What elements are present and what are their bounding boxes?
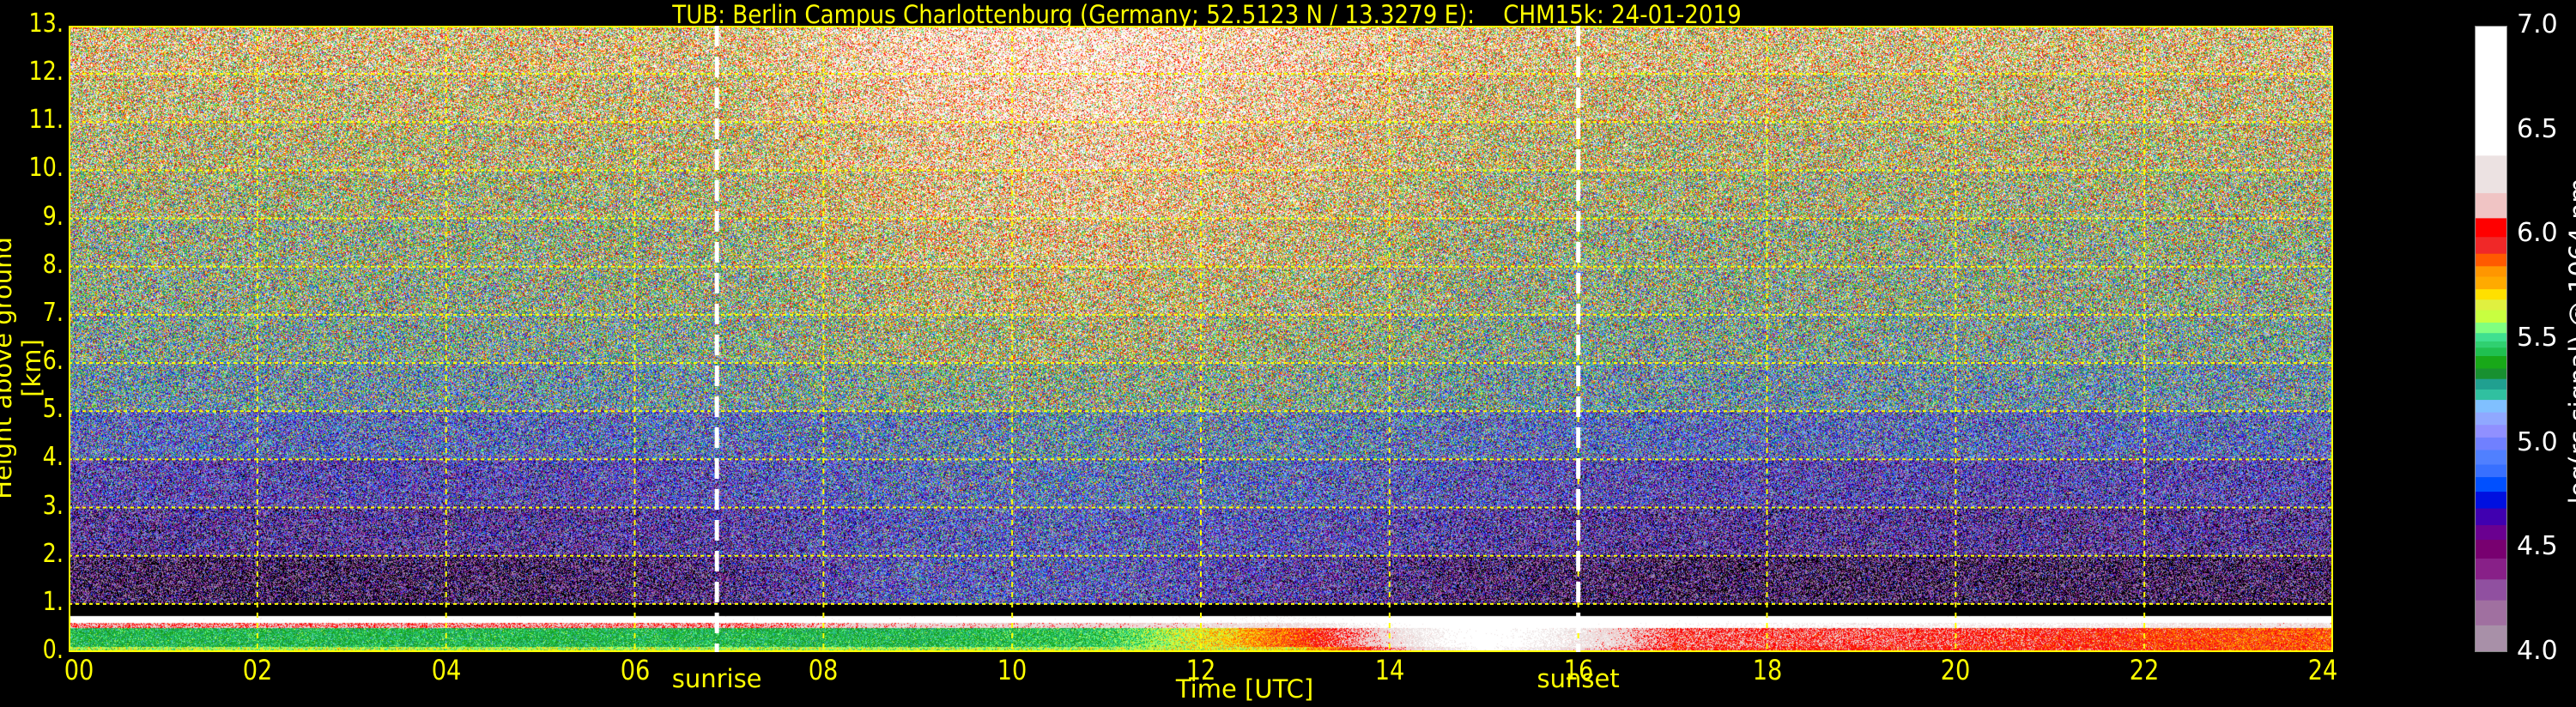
colorbar-tick-label: 5.5 bbox=[2517, 323, 2558, 353]
y-tick-label: 10. bbox=[28, 153, 64, 184]
sunrise-label: sunrise bbox=[671, 664, 762, 693]
x-tick-label: 24 bbox=[2307, 654, 2338, 686]
colorbar-level bbox=[2475, 276, 2507, 290]
colorbar-level bbox=[2475, 625, 2507, 652]
y-tick-label: 12. bbox=[28, 57, 64, 88]
colorbar-label: log(rc-signal) @ 1064 nm bbox=[2564, 178, 2576, 505]
colorbar-level bbox=[2475, 437, 2507, 450]
sunset-label: sunset bbox=[1537, 664, 1620, 693]
x-tick-label: 02 bbox=[242, 654, 273, 686]
y-tick-label: 13. bbox=[28, 9, 64, 39]
x-axis-label: Time [UTC] bbox=[1175, 674, 1314, 704]
colorbar-tick-label: 7.0 bbox=[2517, 9, 2558, 39]
colorbar-level bbox=[2475, 265, 2507, 277]
y-tick-label: 2. bbox=[42, 538, 64, 569]
colorbar-level bbox=[2475, 389, 2507, 401]
colorbar-level bbox=[2475, 449, 2507, 465]
colorbar-level bbox=[2475, 332, 2507, 341]
x-tick-label: 04 bbox=[431, 654, 461, 686]
colorbar-level bbox=[2475, 26, 2507, 156]
y-axis-label: Height above ground [km] bbox=[0, 237, 46, 499]
colorbar-level bbox=[2475, 217, 2507, 238]
colorbar-level bbox=[2475, 539, 2507, 559]
x-tick-label: 22 bbox=[2129, 654, 2160, 686]
colorbar-level bbox=[2475, 508, 2507, 526]
colorbar-level bbox=[2475, 558, 2507, 580]
chart-title: TUB: Berlin Campus Charlottenburg (Germa… bbox=[672, 0, 1742, 29]
colorbar-level bbox=[2475, 236, 2507, 254]
colorbar-level bbox=[2475, 347, 2507, 356]
colorbar-tick-label: 4.5 bbox=[2517, 531, 2558, 562]
colorbar-level bbox=[2475, 288, 2507, 300]
colorbar-level bbox=[2475, 322, 2507, 334]
colorbar-level bbox=[2475, 192, 2507, 219]
colorbar-level bbox=[2475, 253, 2507, 267]
colorbar-tick-label: 6.5 bbox=[2517, 113, 2558, 144]
x-tick-label: 18 bbox=[1752, 654, 1782, 686]
grid-and-annotations bbox=[69, 26, 2333, 652]
colorbar-level bbox=[2475, 524, 2507, 541]
colorbar-level bbox=[2475, 341, 2507, 348]
colorbar-tick-label: 4.0 bbox=[2517, 636, 2558, 666]
colorbar-level bbox=[2475, 491, 2507, 509]
colorbar-level bbox=[2475, 476, 2507, 492]
colorbar-level bbox=[2475, 355, 2507, 369]
colorbar-level bbox=[2475, 424, 2507, 438]
colorbar-level bbox=[2475, 399, 2507, 413]
x-tick-label: 00 bbox=[64, 654, 94, 686]
colorbar-level bbox=[2475, 154, 2507, 194]
colorbar-tick-label: 5.0 bbox=[2517, 426, 2558, 457]
colorbar-level bbox=[2475, 309, 2507, 323]
plot-area bbox=[69, 26, 2333, 652]
x-tick-label: 20 bbox=[1941, 654, 1971, 686]
colorbar-level bbox=[2475, 464, 2507, 478]
colorbar-level bbox=[2475, 600, 2507, 625]
colorbar-level bbox=[2475, 368, 2507, 379]
colorbar-level bbox=[2475, 412, 2507, 426]
y-tick-label: 1. bbox=[42, 586, 64, 617]
x-tick-label: 08 bbox=[809, 654, 839, 686]
colorbar-tick-label: 6.0 bbox=[2517, 218, 2558, 249]
colorbar bbox=[2475, 26, 2507, 652]
colorbar-level bbox=[2475, 299, 2507, 311]
colorbar-level bbox=[2475, 378, 2507, 390]
y-tick-label: 11. bbox=[28, 105, 64, 136]
colorbar-level bbox=[2475, 578, 2507, 601]
